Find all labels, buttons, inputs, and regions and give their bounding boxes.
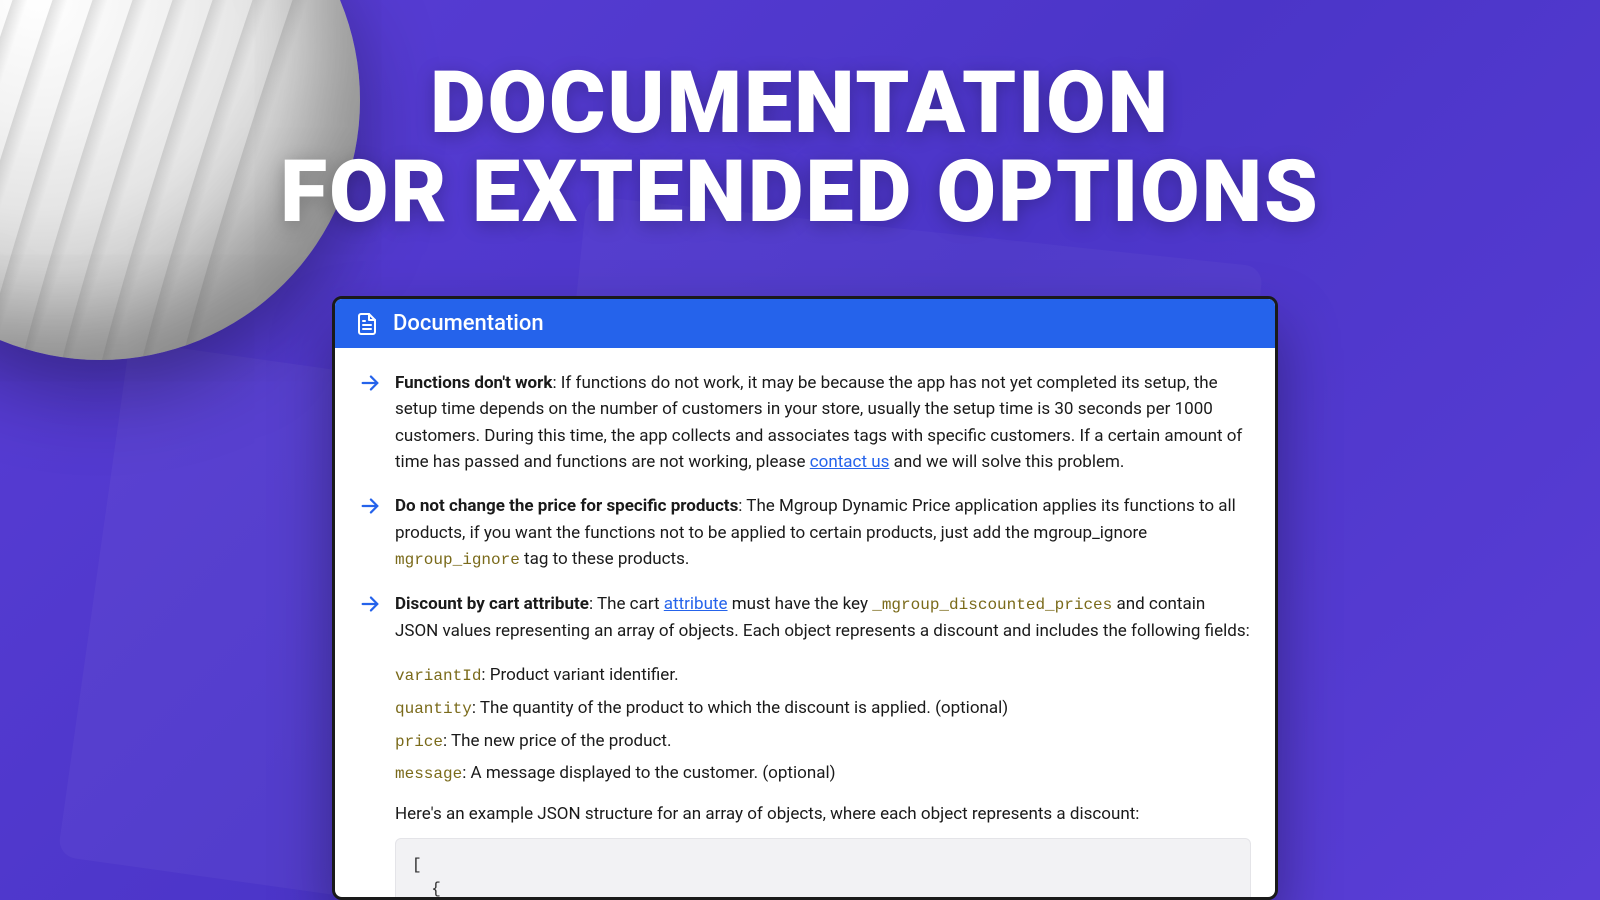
field-row: variantId: Product variant identifier. [395,662,1251,689]
example-intro: Here's an example JSON structure for an … [395,801,1251,827]
doc-item-text: Do not change the price for specific pro… [395,493,1251,572]
doc-item-text: Functions don't work: If functions do no… [395,370,1251,475]
contact-us-link[interactable]: contact us [810,452,890,472]
doc-item-tail: tag to these products. [520,549,690,569]
doc-item-title: Discount by cart attribute [395,594,589,614]
inline-code: _mgroup_discounted_prices [872,596,1112,614]
hero-line-1: DOCUMENTATION [0,58,1600,147]
arrow-right-icon [359,593,381,615]
panel-body: Functions don't work: If functions do no… [335,348,1275,900]
field-name: quantity [395,700,472,718]
panel-header: Documentation [335,299,1275,348]
page-background: DOCUMENTATION FOR EXTENDED OPTIONS Docum… [0,0,1600,900]
doc-item: Do not change the price for specific pro… [359,493,1251,572]
doc-item-title: Do not change the price for specific pro… [395,496,738,516]
field-row: quantity: The quantity of the product to… [395,695,1251,722]
field-desc: : Product variant identifier. [481,665,678,685]
field-row: message: A message displayed to the cust… [395,760,1251,787]
field-row: price: The new price of the product. [395,728,1251,755]
page-title: DOCUMENTATION FOR EXTENDED OPTIONS [0,58,1600,237]
arrow-right-icon [359,372,381,394]
doc-item: Discount by cart attribute: The cart att… [359,591,1251,644]
doc-item-text: Discount by cart attribute: The cart att… [395,591,1251,644]
doc-item-mid: must have the key [728,594,873,614]
code-block: [ { "variantId": 11111111111111, "quanti… [395,838,1251,900]
field-name: message [395,765,462,783]
doc-item: Functions don't work: If functions do no… [359,370,1251,475]
doc-item-title: Functions don't work [395,373,552,393]
field-list: variantId: Product variant identifier. q… [395,662,1251,787]
field-name: variantId [395,667,481,685]
doc-item-tail: and we will solve this problem. [889,452,1124,472]
field-desc: : The quantity of the product to which t… [472,698,1008,718]
hero-line-2: FOR EXTENDED OPTIONS [0,147,1600,236]
field-desc: : The new price of the product. [443,731,671,751]
field-name: price [395,733,443,751]
arrow-right-icon [359,495,381,517]
field-desc: : A message displayed to the customer. (… [462,763,835,783]
doc-item-pre: : The cart [589,594,664,614]
inline-code: mgroup_ignore [395,551,520,569]
documentation-panel: Documentation Functions don't work: If f… [332,296,1278,900]
attribute-link[interactable]: attribute [664,594,728,614]
panel-title: Documentation [393,311,544,336]
document-icon [355,312,379,336]
